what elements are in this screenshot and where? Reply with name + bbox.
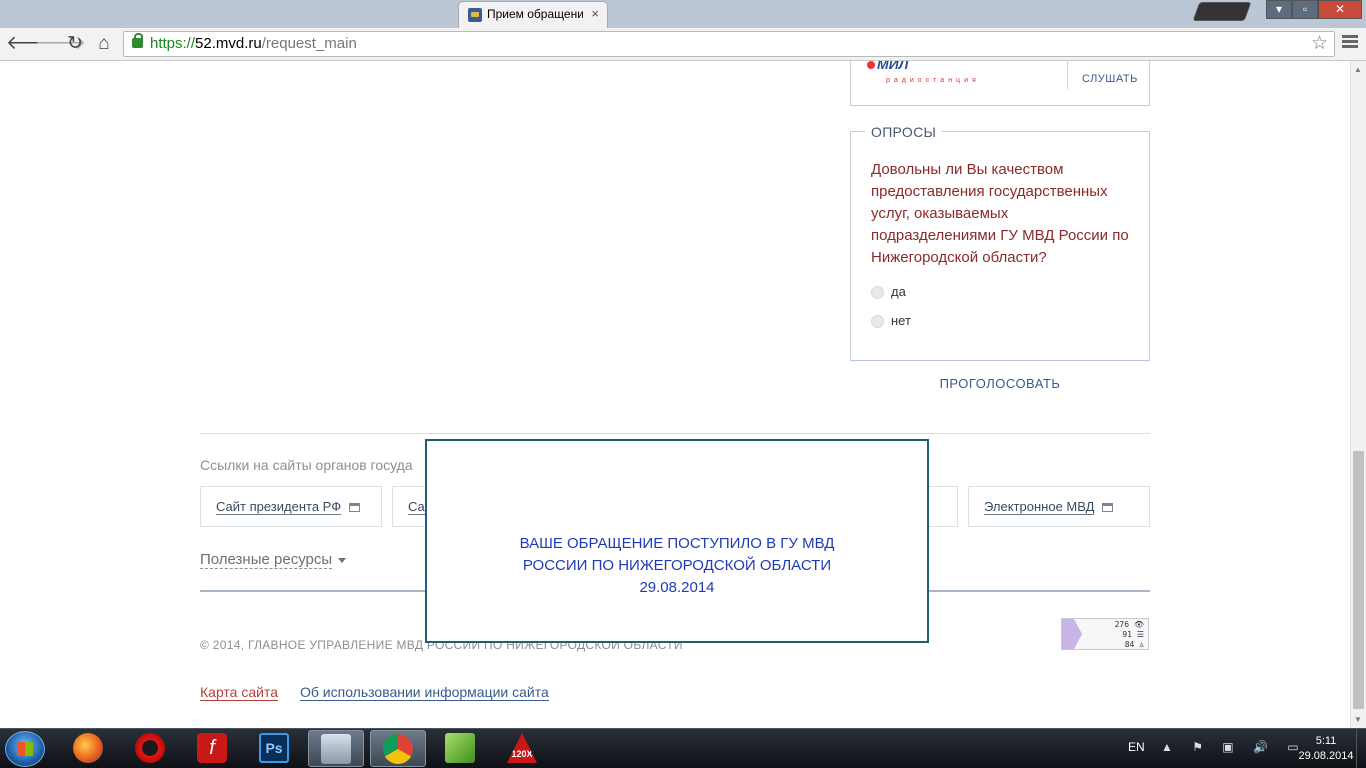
radio-logo: МИЛ [867,61,908,72]
flash-icon: f [197,733,227,763]
counter-values: 276 👁 91 ☰ 84 ♙ [1114,620,1144,649]
window-controls: ▾ ▫ ✕ [1192,0,1362,21]
links-section-title: Ссылки на сайты органов госуда [200,457,413,473]
clock[interactable]: 5:11 29.08.2014 [1296,734,1356,764]
poll-question: Довольны ли Вы качеством предоставления … [871,161,1129,266]
divider [1067,61,1068,89]
poll-option-label: нет [891,313,911,328]
link-president-site[interactable]: Сайт президента РФ [200,486,382,527]
photoshop-icon: Ps [259,733,289,763]
url-host: 52.mvd.ru [195,35,262,52]
taskbar-firefox[interactable] [60,730,116,767]
taskbar-autocad[interactable]: 120X [494,730,550,767]
taskbar-calculator[interactable] [308,730,364,767]
divider [200,433,1150,434]
poll-option-no[interactable]: нет [871,313,911,329]
radio-subtitle: радиостанция [886,77,980,84]
address-bar[interactable]: https://52.mvd.ru/request_main ☆ [123,31,1335,57]
link-electronic-mvd[interactable]: Электронное МВД [968,486,1150,527]
taskbar-opera[interactable] [122,730,178,767]
sitemap-link[interactable]: Карта сайта [200,684,278,701]
page-scrollbar[interactable]: ▲ ▼ [1350,61,1366,728]
poll-option-yes[interactable]: да [871,284,906,300]
link-label: Электронное МВД [984,499,1095,515]
lock-icon [132,33,143,48]
counter-visitors: 91 [1122,630,1132,639]
close-icon[interactable]: × [591,6,599,21]
link-label: Сайт президента РФ [216,499,342,515]
scroll-down-icon[interactable]: ▼ [1354,715,1362,724]
polls-widget: ОПРОСЫ Довольны ли Вы качеством предоста… [850,124,1150,408]
confirmation-dialog[interactable]: ВАШЕ ОБРАЩЕНИЕ ПОСТУПИЛО В ГУ МВД РОССИИ… [425,439,929,643]
page-viewport: МИЛ радиостанция СЛУШАТЬ ОПРОСЫ Довольны… [0,61,1350,728]
counter-hosts: 84 [1124,640,1135,649]
polls-title: ОПРОСЫ [865,124,943,140]
bookmark-star-icon[interactable]: ☆ [1311,32,1328,56]
message-line: ВАШЕ ОБРАЩЕНИЕ ПОСТУПИЛО В ГУ МВД [519,535,835,552]
autocad-icon: 120X [507,733,537,763]
radio-button[interactable] [871,286,884,300]
calculator-icon [321,734,351,764]
mvd-favicon-icon [468,8,482,22]
vote-button[interactable]: ПРОГОЛОСОВАТЬ [850,360,1150,408]
close-window-button[interactable]: ✕ [1318,0,1362,19]
taskbar-notepad[interactable] [432,730,488,767]
taskbar-flash[interactable]: f [184,730,240,767]
scroll-up-icon[interactable]: ▲ [1354,65,1362,74]
profile-badge [1192,2,1252,21]
back-arrow-icon[interactable]: 🡐 [6,33,57,55]
usage-info-link[interactable]: Об использовании информации сайта [300,684,549,701]
chrome-menu-icon[interactable] [1342,35,1358,50]
tab-active[interactable]: Прием обращени × [458,1,608,28]
browser-toolbar: 🡐 🡒 ↻ ⌂ https://52.mvd.ru/request_main ☆ [0,28,1366,61]
external-window-icon [1102,503,1114,513]
radio-widget: МИЛ радиостанция СЛУШАТЬ [850,61,1150,106]
useful-resources-label: Полезные ресурсы [200,551,333,569]
reload-icon[interactable]: ↻ [64,33,86,55]
browser-tab-strip: Прием обращени × ▾ ▫ ✕ [0,0,1366,28]
forward-arrow-icon[interactable]: 🡒 [35,33,86,55]
radio-button[interactable] [871,315,884,329]
clock-date: 29.08.2014 [1298,750,1354,762]
link-label: Са [408,499,425,515]
minimize-button[interactable]: ▾ [1266,0,1292,19]
useful-resources-toggle[interactable]: Полезные ресурсы [200,551,347,569]
url-path: /request_main [261,35,357,52]
external-window-icon [349,503,361,513]
scroll-thumb[interactable] [1353,451,1364,709]
url-scheme: https:// [150,35,196,52]
message-line: РОССИИ ПО НИЖЕГОРОДСКОЙ ОБЛАСТИ [522,557,832,574]
tray-icons[interactable]: ▲ ⚑ ▣ 🔊 ▭ [1161,740,1307,754]
taskbar-photoshop[interactable]: Ps [246,730,302,767]
start-button[interactable] [5,731,45,767]
listen-link[interactable]: СЛУШАТЬ [1082,73,1138,85]
counter-views: 276 [1114,620,1130,629]
home-icon[interactable]: ⌂ [93,33,115,55]
firefox-icon [73,733,103,763]
taskbar-chrome[interactable] [370,730,426,767]
counter-logo-icon [1062,619,1082,649]
notepad-icon [445,733,475,763]
language-indicator[interactable]: EN [1128,740,1148,754]
caret-down-icon [338,557,347,563]
opera-icon [135,733,165,763]
tab-title: Прием обращени [487,7,583,21]
show-desktop-button[interactable] [1356,729,1366,768]
chrome-icon [383,734,413,764]
visit-counter[interactable]: 276 👁 91 ☰ 84 ♙ [1061,618,1149,650]
clock-time: 5:11 [1315,735,1337,747]
message-date: 29.08.2014 [639,579,715,596]
confirmation-message: ВАШЕ ОБРАЩЕНИЕ ПОСТУПИЛО В ГУ МВД РОССИИ… [427,533,927,599]
poll-option-label: да [891,284,906,299]
maximize-button[interactable]: ▫ [1292,0,1318,19]
windows-taskbar: f Ps 120X EN ▲ ⚑ ▣ 🔊 ▭ 5:11 29.08.2014 [0,728,1366,768]
